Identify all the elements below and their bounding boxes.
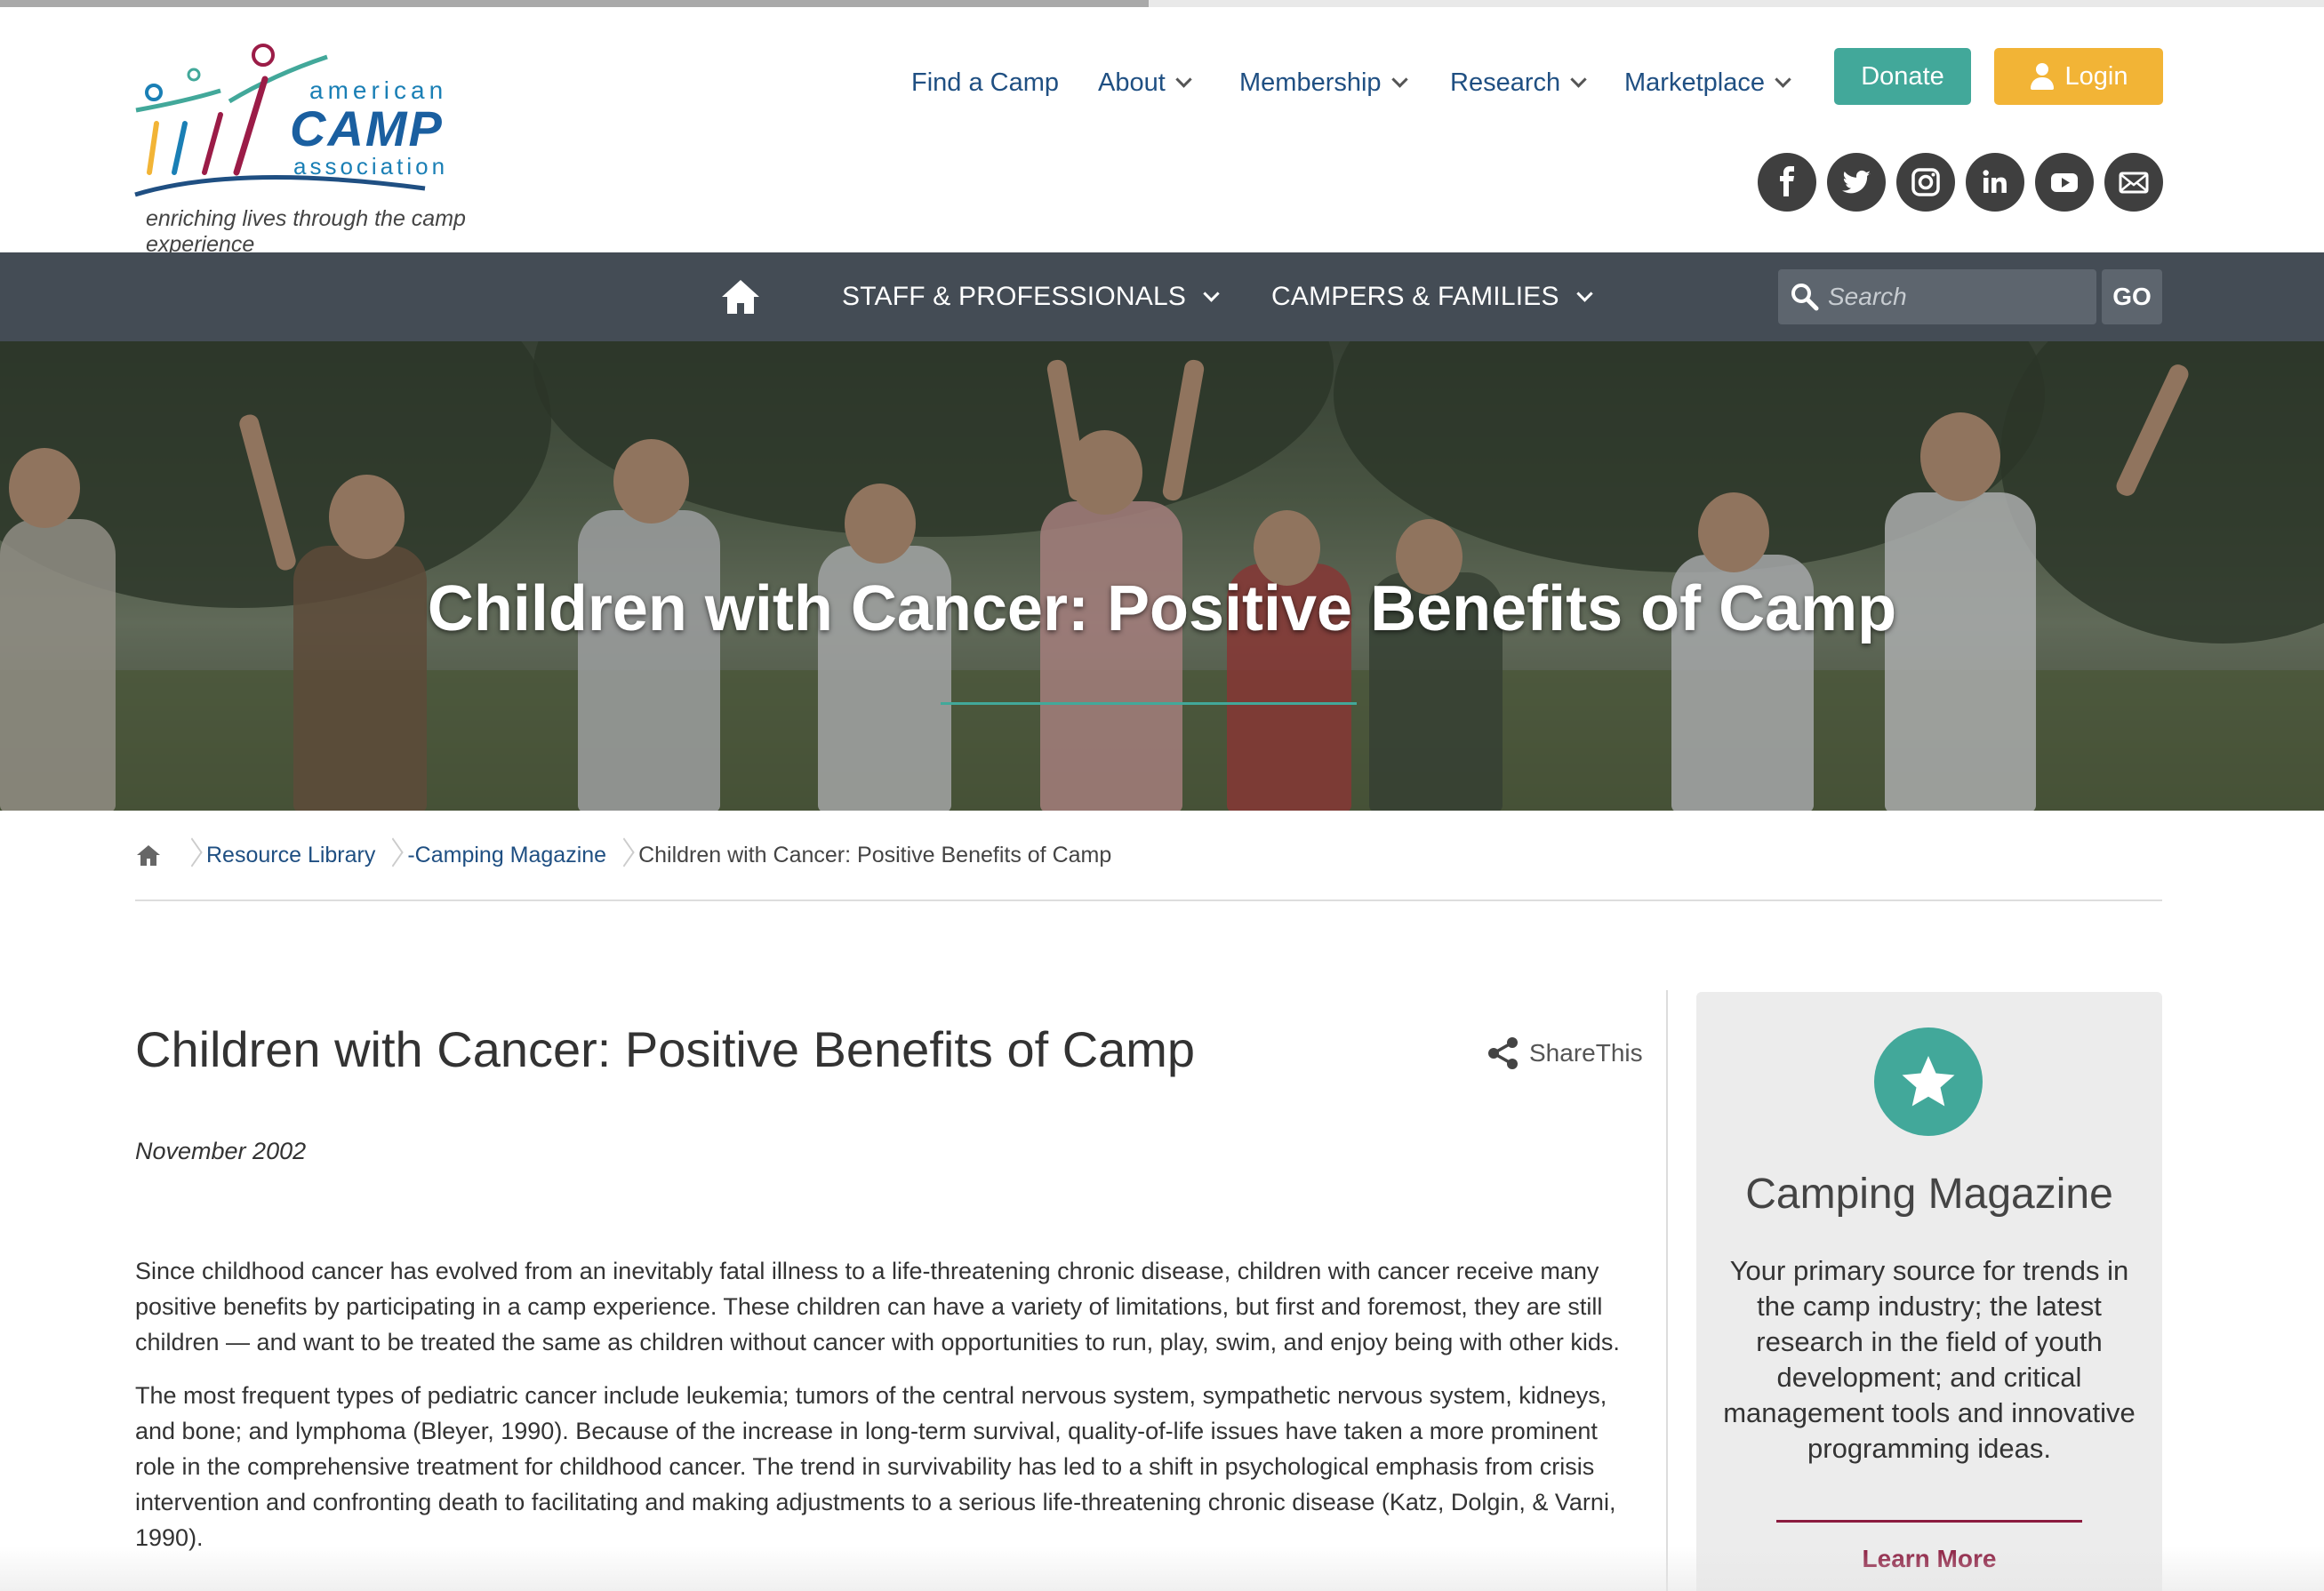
nav-label: Research xyxy=(1450,68,1561,97)
nav-marketplace[interactable]: Marketplace xyxy=(1624,68,1791,98)
hero-banner: Children with Cancer: Positive Benefits … xyxy=(0,341,2324,811)
breadcrumb-resource-library[interactable]: Resource Library xyxy=(206,843,375,868)
article-date: November 2002 xyxy=(135,1138,307,1164)
login-label: Login xyxy=(2064,61,2128,91)
search-box xyxy=(1778,269,2096,324)
chevron-down-icon xyxy=(1775,70,1791,88)
breadcrumb-divider xyxy=(135,899,2162,901)
card-title: Camping Magazine xyxy=(1745,1171,2113,1218)
chevron-down-icon xyxy=(1390,70,1408,88)
nav-about[interactable]: About xyxy=(1098,68,1192,98)
navbar-campers-families[interactable]: CAMPERS & FAMILIES xyxy=(1271,252,1593,341)
breadcrumb-camping-magazine[interactable]: -Camping Magazine xyxy=(407,843,606,868)
chevron-down-icon xyxy=(1175,70,1192,88)
twitter-icon[interactable] xyxy=(1827,153,1886,212)
hero-divider xyxy=(941,702,1357,705)
share-label: ShareThis xyxy=(1529,1039,1643,1067)
main-navbar: STAFF & PROFESSIONALS CAMPERS & FAMILIES… xyxy=(0,252,2324,341)
login-button[interactable]: Login xyxy=(1994,48,2163,105)
aca-logo[interactable]: american CAMP association enriching live… xyxy=(132,39,576,257)
breadcrumb-separator xyxy=(615,838,629,872)
article-title: Children with Cancer: Positive Benefits … xyxy=(135,1021,1196,1077)
search-go-button[interactable]: GO xyxy=(2102,269,2162,324)
learn-more-link[interactable]: Learn More xyxy=(1696,1545,2162,1573)
chevron-down-icon xyxy=(1203,284,1220,302)
navbar-staff-professionals[interactable]: STAFF & PROFESSIONALS xyxy=(842,252,1220,341)
article-body: Since childhood cancer has evolved from … xyxy=(135,1253,1629,1573)
donate-button[interactable]: Donate xyxy=(1834,48,1971,105)
camping-magazine-card: Camping Magazine Your primary source for… xyxy=(1696,992,2162,1591)
site-header: american CAMP association enriching live… xyxy=(0,7,2324,257)
content-divider xyxy=(1666,990,1668,1591)
badge xyxy=(1874,1027,1983,1136)
breadcrumb-separator xyxy=(384,838,398,872)
nav-label: Membership xyxy=(1239,68,1382,97)
user-icon xyxy=(2030,63,2055,90)
article-paragraph: The most frequent types of pediatric can… xyxy=(135,1382,1616,1551)
nav-label: About xyxy=(1098,68,1166,97)
navbar-label: STAFF & PROFESSIONALS xyxy=(842,282,1187,311)
nav-membership[interactable]: Membership xyxy=(1239,68,1408,98)
hero-title: Children with Cancer: Positive Benefits … xyxy=(427,573,1897,644)
article-paragraph: Since childhood cancer has evolved from … xyxy=(135,1258,1620,1355)
chevron-down-icon xyxy=(1575,284,1593,302)
nav-label: Find a Camp xyxy=(911,68,1060,97)
logo-tagline: enriching lives through the camp experie… xyxy=(146,206,466,257)
youtube-icon[interactable] xyxy=(2035,153,2094,212)
breadcrumb-separator xyxy=(183,838,197,872)
breadcrumb: Resource Library -Camping Magazine Child… xyxy=(135,837,1111,873)
search-icon xyxy=(1791,284,1819,311)
sharethis-button[interactable]: ShareThis xyxy=(1485,1035,1643,1072)
email-icon[interactable] xyxy=(2104,153,2163,212)
nav-find-a-camp[interactable]: Find a Camp xyxy=(911,68,1059,98)
linkedin-icon[interactable] xyxy=(1966,153,2024,212)
home-icon[interactable] xyxy=(135,843,162,867)
search-input[interactable] xyxy=(1828,283,2077,311)
home-icon[interactable] xyxy=(720,276,761,317)
logo-text-bottom: association xyxy=(293,153,449,180)
share-icon xyxy=(1488,1037,1518,1069)
nav-label: Marketplace xyxy=(1624,68,1765,97)
star-icon xyxy=(1902,1056,1955,1107)
card-description: Your primary source for trends in the ca… xyxy=(1723,1255,2136,1464)
facebook-icon[interactable] xyxy=(1758,153,1816,212)
social-links xyxy=(1758,153,2174,212)
logo-text-main: CAMP xyxy=(290,100,444,156)
chevron-down-icon xyxy=(1570,70,1587,88)
navbar-label: CAMPERS & FAMILIES xyxy=(1271,282,1559,311)
page-load-progress xyxy=(0,0,2324,7)
nav-research[interactable]: Research xyxy=(1450,68,1587,98)
card-divider xyxy=(1776,1520,2082,1523)
breadcrumb-current: Children with Cancer: Positive Benefits … xyxy=(638,842,1112,867)
instagram-icon[interactable] xyxy=(1896,153,1955,212)
